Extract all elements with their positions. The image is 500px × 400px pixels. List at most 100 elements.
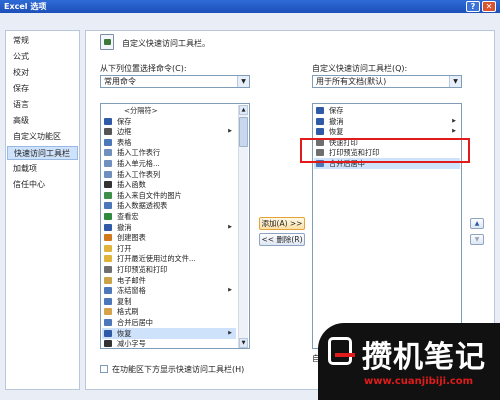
copy-icon (104, 297, 112, 305)
command-label: 冻结窗格 (117, 286, 146, 296)
command-label: 电子邮件 (117, 275, 146, 285)
chevron-down-icon[interactable]: ▼ (237, 76, 249, 87)
command-row[interactable]: 电子邮件 (102, 275, 236, 286)
command-label: 合并后居中 (117, 318, 153, 327)
show-below-ribbon-checkbox[interactable] (100, 365, 108, 373)
command-label: 格式刷 (117, 307, 139, 317)
redo-icon (316, 128, 324, 136)
chart-icon (104, 234, 112, 242)
command-row[interactable]: 保存 (314, 105, 460, 116)
save-icon (316, 107, 324, 114)
watermark: 攒机笔记 www.cuanjibiji.com (318, 323, 500, 400)
command-row[interactable]: 打开最近使用过的文件... (102, 253, 236, 264)
command-row[interactable]: 插入单元格... (102, 158, 236, 169)
command-label: 查看宏 (117, 212, 139, 221)
undo-icon (104, 223, 112, 231)
command-row[interactable]: 插入工作表列 (102, 169, 236, 180)
command-label: 边框 (117, 127, 132, 137)
command-row[interactable]: 插入来自文件的图片 (102, 190, 236, 201)
nav-item[interactable]: 自定义功能区 (7, 130, 78, 144)
command-row[interactable]: 格式刷 (102, 306, 236, 317)
options-nav: 常规公式校对保存语言高级自定义功能区 快速访问工具栏 加载项信任中心 (5, 30, 80, 390)
command-row[interactable]: 表格 (102, 137, 236, 148)
command-row[interactable]: 保存 (102, 116, 236, 127)
email-icon (104, 276, 112, 284)
add-button[interactable]: 添加(A) >> (259, 217, 305, 230)
scroll-up-icon[interactable]: ▲ (239, 105, 248, 115)
chevron-down-icon[interactable]: ▼ (449, 76, 461, 87)
macro-icon (104, 213, 112, 220)
picture-icon (104, 191, 112, 199)
submenu-arrow-icon: ▶ (228, 329, 232, 336)
command-label: 插入工作表列 (117, 169, 161, 179)
submenu-arrow-icon: ▶ (228, 223, 232, 230)
redo-icon (104, 329, 112, 337)
commands-scrollbar[interactable]: ▲ ▼ (238, 105, 248, 348)
command-label: 插入数据透视表 (117, 201, 168, 211)
separator-icon (104, 107, 112, 114)
watermark-url: www.cuanjibiji.com (364, 376, 474, 387)
command-row[interactable]: 撤消 ▶ (102, 222, 236, 233)
move-down-button[interactable]: ▼ (470, 234, 484, 245)
close-button[interactable]: ✕ (482, 1, 496, 12)
command-label: 表格 (117, 137, 132, 147)
help-button[interactable]: ? (466, 1, 480, 12)
insert-row-icon (104, 149, 112, 157)
command-row[interactable]: 查看宏 (102, 211, 236, 222)
command-row[interactable]: 打印预览和打印 (102, 264, 236, 275)
watermark-logo-icon (328, 337, 355, 365)
command-row[interactable]: 恢复 ▶ (314, 126, 460, 137)
nav-item[interactable]: 公式 (7, 50, 78, 64)
nav-item[interactable]: 快速访问工具栏 (7, 146, 78, 160)
toolbar-scope-dropdown[interactable]: 用于所有文档(默认) ▼ (312, 75, 462, 88)
nav-item[interactable]: 保存 (7, 82, 78, 96)
command-label: 复制 (117, 296, 132, 306)
command-row[interactable]: 撤消 ▶ (314, 116, 460, 127)
recent-file-icon (104, 255, 112, 263)
nav-item[interactable]: 语言 (7, 98, 78, 112)
command-label: 创建图表 (117, 233, 146, 243)
command-label: 保存 (117, 116, 132, 126)
pivot-icon (104, 202, 112, 210)
command-row[interactable]: 打开 (102, 243, 236, 254)
nav-item[interactable]: 信任中心 (7, 178, 78, 192)
toolbar-scope-value: 用于所有文档(默认) (316, 77, 387, 86)
remove-button[interactable]: << 删除(R) (259, 233, 305, 246)
command-label: <分隔符> (124, 106, 158, 115)
command-label: 打印预览和打印 (117, 265, 168, 274)
command-row[interactable]: 减小字号 (102, 338, 236, 348)
move-up-button[interactable]: ▲ (470, 218, 484, 229)
command-row[interactable]: 插入工作表行 (102, 147, 236, 158)
highlight-box (300, 138, 470, 163)
commands-source-dropdown[interactable]: 常用命令 ▼ (100, 75, 250, 88)
command-row[interactable]: 插入数据透视表 (102, 200, 236, 211)
nav-item[interactable]: 加载项 (7, 162, 78, 176)
print-preview-icon (104, 266, 112, 273)
command-label: 保存 (329, 106, 344, 115)
command-row[interactable]: 冻结窗格 ▶ (102, 285, 236, 296)
nav-item[interactable]: 常规 (7, 34, 78, 48)
command-label: 撤消 (117, 222, 132, 232)
scroll-down-icon[interactable]: ▼ (239, 338, 248, 348)
command-label: 插入工作表行 (117, 148, 161, 158)
command-row[interactable]: 合并后居中 (102, 317, 236, 328)
scroll-thumb[interactable] (239, 117, 248, 147)
command-label: 插入来自文件的图片 (117, 190, 182, 200)
nav-item[interactable]: 高级 (7, 114, 78, 128)
command-row[interactable]: 创建图表 (102, 232, 236, 243)
commands-list[interactable]: ▲ ▼ <分隔符> 保存 边框 ▶ 表格 插入工作表行 插入单元格... 插入工作表列 插入函数… (100, 103, 250, 349)
command-row[interactable]: 复制 (102, 296, 236, 307)
command-row[interactable]: 边框 ▶ (102, 126, 236, 137)
commands-source-value: 常用命令 (104, 77, 136, 86)
command-row[interactable]: 恢复 ▶ (102, 327, 236, 339)
freeze-panes-icon (104, 287, 112, 295)
watermark-text: 攒机笔记 (362, 340, 486, 375)
submenu-arrow-icon: ▶ (228, 128, 232, 135)
nav-item[interactable]: 校对 (7, 66, 78, 80)
choose-commands-label: 从下列位置选择命令(C): (100, 64, 187, 73)
command-row[interactable]: <分隔符> (102, 105, 236, 116)
command-row[interactable]: 插入函数 (102, 179, 236, 190)
command-label: 打开 (117, 243, 132, 253)
decrease-font-icon (104, 340, 112, 348)
customize-toolbar-label: 自定义快速访问工具栏(Q): (312, 64, 408, 73)
